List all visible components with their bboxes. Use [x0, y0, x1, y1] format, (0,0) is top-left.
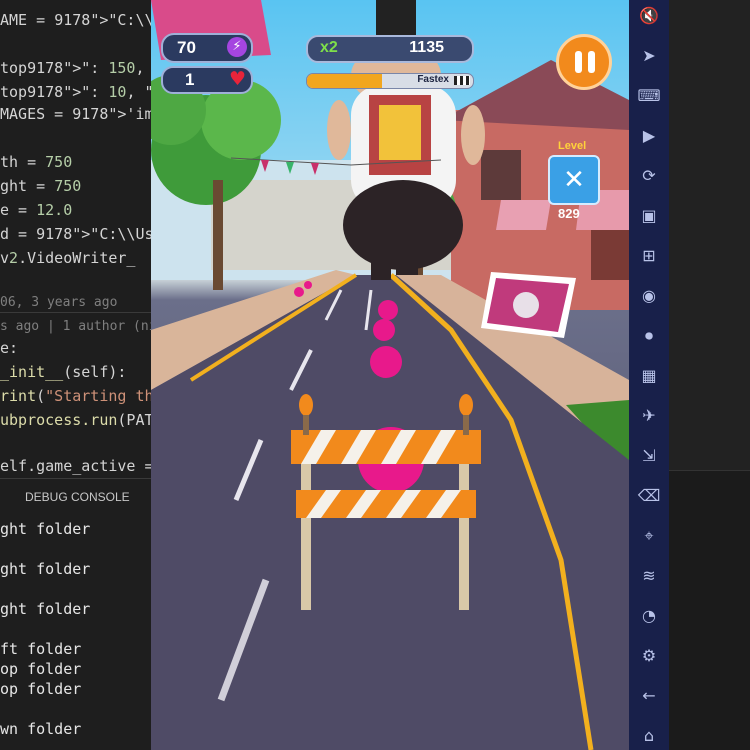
- progress-bar: Fastex: [306, 73, 474, 89]
- level-badge: Level ✕ 829: [548, 140, 600, 221]
- game-viewport[interactable]: 70 ⚡ 1 ♥ x2 1135 Fastex Level ✕ 829: [151, 0, 629, 750]
- code-line: AME = 9178">"C:\\Progra: [0, 11, 151, 29]
- console-output-line: ght folder: [0, 560, 91, 578]
- resize-icon[interactable]: ⇲: [637, 444, 661, 468]
- airplane-icon[interactable]: ✈: [637, 404, 661, 428]
- lives-counter: 1 ♥: [161, 66, 253, 94]
- console-output-line: ght folder: [0, 520, 91, 538]
- pause-icon: [575, 51, 582, 73]
- checkered-flags-icon: ✕: [548, 155, 600, 205]
- code-line: e:: [0, 339, 19, 357]
- console-output-line: wn folder: [0, 720, 82, 738]
- location-icon[interactable]: ⌖: [637, 524, 661, 548]
- volume-mute-icon[interactable]: 🔇: [637, 4, 661, 28]
- console-output-line: ft folder: [0, 640, 82, 658]
- console-output-line: op folder: [0, 680, 82, 698]
- code-editor[interactable]: AME = 9178">"C:\\Progra top9178">": 150, …: [0, 0, 151, 750]
- console-output-line: ght folder: [0, 600, 91, 618]
- background-window: [669, 0, 750, 750]
- apk-icon[interactable]: ⊞: [637, 244, 661, 268]
- heart-icon: ♥: [228, 68, 246, 90]
- back-icon[interactable]: ←: [637, 684, 661, 708]
- pause-icon-bar: [588, 51, 595, 73]
- cursor-icon[interactable]: ➤: [637, 44, 661, 68]
- emulator-toolbar: 🔇 ➤ ⌨ ▶ ⟳ ▣ ⊞ ◉ ⏺ ▦ ✈ ⇲ ⌫ ⌖ ≋ ◔ ⚙ ← ⌂: [629, 0, 669, 750]
- macro-icon[interactable]: ▣: [637, 204, 661, 228]
- play-icon[interactable]: ▶: [637, 124, 661, 148]
- game-scene: [151, 0, 629, 750]
- divider: [0, 312, 151, 313]
- record-icon[interactable]: ⏺: [637, 324, 661, 348]
- blame-annotation: s ago | 1 author (nikp06: [0, 319, 151, 334]
- code-line: d = 9178">"C:\\Users\\n: [0, 225, 151, 243]
- code-line: top9178">": 150, "left9178">": [0, 59, 145, 77]
- background-pane: [669, 0, 750, 471]
- eraser-icon[interactable]: ⌫: [637, 484, 661, 508]
- code-line: e = 12.0: [0, 201, 73, 219]
- code-line: v2.VideoWriter_: [0, 249, 136, 267]
- blame-line: 06, 3 years ago: [0, 295, 118, 310]
- flag-icon: [454, 76, 470, 85]
- speed-icon[interactable]: ◔: [637, 604, 661, 628]
- code-line: _init__(self):: [0, 363, 127, 381]
- keyboard-icon[interactable]: ⌨: [637, 84, 661, 108]
- screenshot-icon[interactable]: ◉: [637, 284, 661, 308]
- score-value: 1135: [409, 39, 444, 56]
- gallery-icon[interactable]: ▦: [637, 364, 661, 388]
- layers-icon[interactable]: ≋: [637, 564, 661, 588]
- progress-label: Fastex: [417, 74, 449, 85]
- code-line: ght = 750: [0, 177, 82, 195]
- multiplier-value: x2: [320, 39, 338, 56]
- bolts-counter: 70 ⚡: [161, 33, 253, 63]
- tab-debug-console[interactable]: DEBUG CONSOLE: [0, 488, 151, 508]
- code-line: top9178">": 10, "left9178">": [0, 83, 151, 101]
- code-line: th = 750: [0, 153, 73, 171]
- bolt-icon: ⚡: [227, 37, 247, 57]
- console-output-line: op folder: [0, 660, 82, 678]
- level-label: Level: [558, 140, 587, 152]
- rotate-icon[interactable]: ⟳: [637, 164, 661, 188]
- progress-fill: [307, 74, 382, 88]
- code-line: ubprocess.run(PAT: [0, 411, 151, 429]
- settings-icon[interactable]: ⚙: [637, 644, 661, 668]
- code-line: elf.game_active =: [0, 457, 151, 475]
- bolts-value: 70: [177, 38, 196, 57]
- home-icon[interactable]: ⌂: [637, 724, 661, 748]
- score-panel: x2 1135: [306, 35, 474, 63]
- tab-label: DEBUG CONSOLE: [25, 490, 130, 504]
- lives-value: 1: [185, 70, 195, 89]
- pause-button[interactable]: [556, 34, 612, 90]
- level-value: 829: [558, 206, 580, 221]
- divider: [0, 478, 151, 479]
- code-line: rint("Starting th: [0, 387, 151, 405]
- code-line: MAGES = 9178">'images\\: [0, 105, 151, 123]
